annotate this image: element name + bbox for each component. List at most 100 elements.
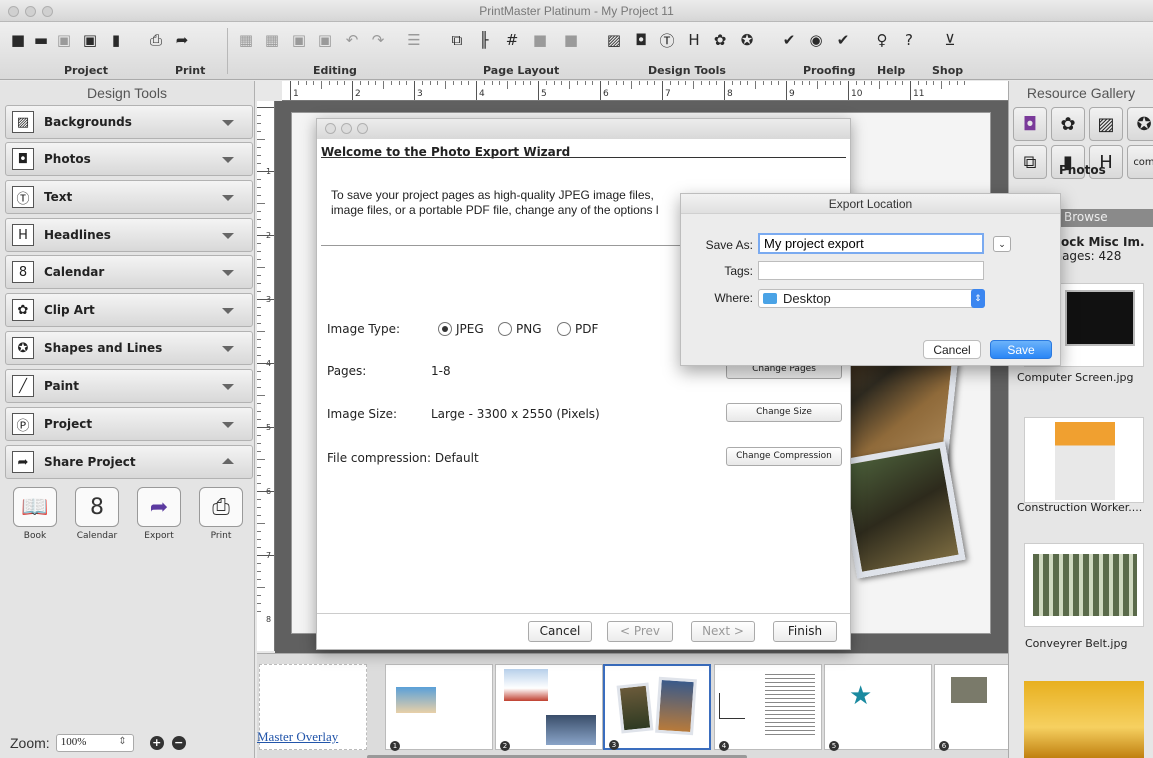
ruler-minor-tick bbox=[257, 315, 261, 316]
thumb-photo bbox=[951, 677, 987, 703]
share-book-button[interactable]: 📖 Book bbox=[11, 487, 59, 541]
minimize-window-button[interactable] bbox=[341, 123, 352, 134]
new-project-icon[interactable]: ■ bbox=[8, 30, 28, 50]
help-icon[interactable]: ? bbox=[899, 30, 919, 50]
printer-icon[interactable]: ⎙ bbox=[146, 30, 166, 50]
lightbulb-icon[interactable]: ♀ bbox=[872, 30, 892, 50]
prev-button[interactable]: < Prev bbox=[607, 621, 673, 642]
change-compression-button[interactable]: Change Compression bbox=[726, 447, 842, 466]
shapes-icon[interactable]: ✪ bbox=[1127, 107, 1153, 141]
camera-icon[interactable]: ◘ bbox=[1013, 107, 1047, 141]
cancel-button[interactable]: Cancel bbox=[923, 340, 981, 359]
undo-icon[interactable]: ↶ bbox=[342, 30, 362, 50]
backgrounds-icon[interactable]: ▨ bbox=[1089, 107, 1123, 141]
change-size-button[interactable]: Change Size bbox=[726, 403, 842, 422]
next-button[interactable]: Next > bbox=[691, 621, 755, 642]
thumb-photo bbox=[1055, 422, 1115, 500]
paste-icon[interactable]: ▣ bbox=[289, 30, 309, 50]
category-shapes-and-lines[interactable]: ✪ Shapes and Lines bbox=[5, 331, 253, 365]
category-paint[interactable]: ╱ Paint bbox=[5, 369, 253, 403]
thumb-photo bbox=[504, 669, 548, 701]
ruler-minor-tick bbox=[297, 81, 299, 85]
zoom-window-button[interactable] bbox=[357, 123, 368, 134]
gallery-item[interactable] bbox=[1024, 543, 1144, 627]
where-select[interactable]: Desktop ⇕ bbox=[758, 289, 985, 308]
collage-photo[interactable] bbox=[836, 441, 966, 579]
finish-button[interactable]: Finish bbox=[773, 621, 837, 642]
save-as-input[interactable] bbox=[758, 233, 984, 254]
headline-icon[interactable]: H bbox=[684, 30, 704, 50]
category-headlines[interactable]: H Headlines bbox=[5, 218, 253, 252]
guides-icon[interactable]: ■ bbox=[561, 30, 581, 50]
ruler-icon[interactable]: ╟ bbox=[474, 30, 494, 50]
tags-input[interactable] bbox=[758, 261, 984, 280]
ruler-minor-tick bbox=[809, 81, 811, 85]
save-as-icon[interactable]: ▮ bbox=[106, 30, 126, 50]
duplicate-icon[interactable]: ▣ bbox=[315, 30, 335, 50]
radio-pdf[interactable]: PDF bbox=[557, 322, 598, 336]
share-arrow-icon[interactable]: ➦ bbox=[172, 30, 192, 50]
save-project-icon[interactable]: ▣ bbox=[80, 30, 100, 50]
ruler-label: 3 bbox=[417, 89, 423, 99]
layout-icon[interactable]: ⧉ bbox=[1013, 145, 1047, 179]
proof-icon[interactable]: ◉ bbox=[806, 30, 826, 50]
list-icon[interactable]: ☰ bbox=[404, 30, 424, 50]
category-label: Headlines bbox=[44, 228, 111, 242]
calendar-icon: 8 bbox=[12, 261, 34, 283]
snap-icon[interactable]: ■ bbox=[530, 30, 550, 50]
category-backgrounds[interactable]: ▨ Backgrounds bbox=[5, 105, 253, 139]
page-thumb[interactable]: 1 bbox=[385, 664, 493, 751]
category-calendar[interactable]: 8 Calendar bbox=[5, 255, 253, 289]
pages-icon[interactable]: ⧉ bbox=[447, 30, 467, 50]
category-text[interactable]: Ⓣ Text bbox=[5, 180, 253, 214]
copy-icon[interactable]: ▦ bbox=[262, 30, 282, 50]
close-project-icon[interactable]: ▣ bbox=[54, 30, 74, 50]
ruler-minor-tick bbox=[755, 81, 756, 89]
ruler-minor-tick bbox=[917, 81, 919, 85]
shapes-icon[interactable]: ✪ bbox=[737, 30, 757, 50]
page-thumb[interactable]: ★ 5 bbox=[824, 664, 932, 751]
share-print-button[interactable]: ⎙ Print bbox=[197, 487, 245, 541]
category-photos[interactable]: ◘ Photos bbox=[5, 142, 253, 176]
ruler-tick bbox=[257, 427, 274, 428]
page-number: 6 bbox=[939, 741, 949, 751]
clipart-icon[interactable]: ✿ bbox=[1051, 107, 1085, 141]
zoom-select[interactable]: 100% ⇕ bbox=[55, 734, 134, 752]
page-thumb[interactable]: 2 bbox=[495, 664, 603, 751]
page-thumb-selected[interactable]: 3 bbox=[603, 664, 711, 750]
share-export-button[interactable]: ➦ Export bbox=[135, 487, 183, 541]
close-window-button[interactable] bbox=[325, 123, 336, 134]
category-share-project[interactable]: ➦ Share Project bbox=[5, 445, 253, 479]
cart-icon[interactable]: ⊻ bbox=[940, 30, 960, 50]
camera-icon[interactable]: ◘ bbox=[631, 30, 651, 50]
category-clip-art[interactable]: ✿ Clip Art bbox=[5, 293, 253, 327]
clipart-icon[interactable]: ✿ bbox=[710, 30, 730, 50]
radio-png[interactable]: PNG bbox=[498, 322, 542, 336]
grammar-icon[interactable]: ✔ bbox=[833, 30, 853, 50]
page-thumb[interactable]: 4 bbox=[714, 664, 822, 751]
radio-jpeg[interactable]: JPEG bbox=[438, 322, 484, 336]
ruler-minor-tick bbox=[863, 81, 865, 85]
spellcheck-icon[interactable]: ✔ bbox=[779, 30, 799, 50]
web-icon[interactable]: com bbox=[1127, 145, 1153, 179]
star-icon: ★ bbox=[849, 681, 873, 711]
cancel-button[interactable]: Cancel bbox=[528, 621, 592, 642]
open-project-icon[interactable]: ▬ bbox=[31, 30, 51, 50]
ruler-minor-tick bbox=[925, 81, 927, 85]
category-project[interactable]: Ⓟ Project bbox=[5, 407, 253, 441]
text-icon[interactable]: Ⓣ bbox=[657, 30, 677, 50]
chevron-down-icon[interactable]: ⌄ bbox=[993, 236, 1011, 252]
ruler-minor-tick bbox=[328, 81, 330, 85]
redo-icon[interactable]: ↷ bbox=[368, 30, 388, 50]
gallery-item[interactable] bbox=[1024, 417, 1144, 503]
zoom-out-icon[interactable]: − bbox=[171, 736, 186, 750]
gallery-item[interactable] bbox=[1024, 681, 1144, 758]
master-overlay-label[interactable]: Master Overlay bbox=[257, 729, 338, 745]
share-calendar-button[interactable]: 8 Calendar bbox=[73, 487, 121, 541]
cut-icon[interactable]: ▦ bbox=[236, 30, 256, 50]
ruler-minor-tick bbox=[708, 81, 710, 85]
backgrounds-icon[interactable]: ▨ bbox=[604, 30, 624, 50]
zoom-in-icon[interactable]: + bbox=[149, 736, 164, 750]
save-button[interactable]: Save bbox=[990, 340, 1052, 359]
grid-icon[interactable]: # bbox=[502, 30, 522, 50]
